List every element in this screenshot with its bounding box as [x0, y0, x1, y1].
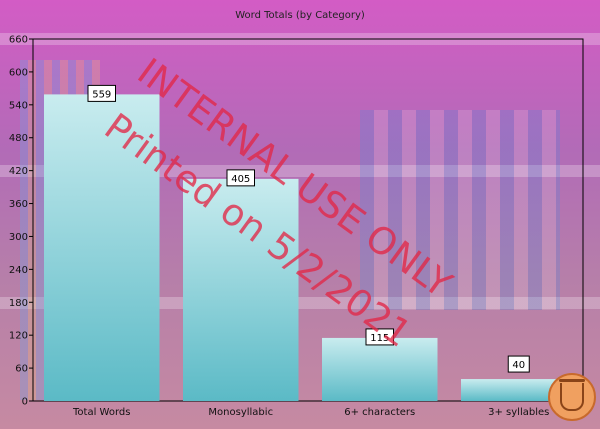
y-tick-label: 180 [9, 298, 28, 309]
y-tick-label: 420 [9, 166, 28, 177]
data-label: 40 [512, 360, 525, 371]
y-tick-label: 360 [9, 199, 28, 210]
data-label: 559 [92, 89, 111, 100]
y-tick-label: 600 [9, 67, 28, 78]
y-tick-label: 540 [9, 100, 28, 111]
x-tick-label: Total Words [72, 407, 130, 418]
y-tick-label: 480 [9, 133, 28, 144]
y-tick-label: 660 [9, 35, 28, 46]
y-tick-label: 300 [9, 232, 28, 243]
x-tick-label: 6+ characters [344, 407, 415, 418]
coffee-cup-icon [548, 373, 596, 421]
bar [322, 337, 438, 401]
bar-chart: Word Totals (by Category) 0 60 120 180 240 30… [9, 10, 584, 418]
y-tick-label: 240 [9, 265, 28, 276]
x-axis: Total Words Monosyllabic 6+ characters 3+ s… [72, 407, 549, 418]
chart-title: Word Totals (by Category) [235, 10, 365, 21]
y-tick-label: 0 [22, 397, 28, 408]
x-tick-label: 3+ syllables [488, 407, 549, 418]
y-tick-label: 120 [9, 331, 28, 342]
data-label: 405 [231, 174, 250, 185]
x-tick-label: Monosyllabic [208, 407, 273, 418]
y-axis: 0 60 120 180 240 300 360 420 480 540 600 660 [9, 35, 33, 408]
y-tick-label: 60 [15, 364, 28, 375]
